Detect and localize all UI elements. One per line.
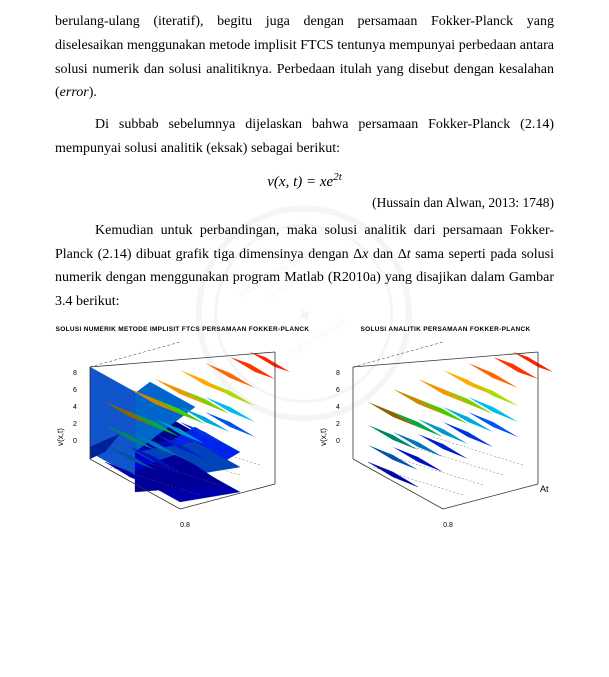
graph-2-title: SOLUSI ANALITIK PERSAMAAN FOKKER-PLANCK bbox=[361, 326, 531, 333]
svg-text:0: 0 bbox=[336, 438, 340, 445]
graph-2-svg-container: v(x,t) 8 6 4 2 0 0.8 At bbox=[318, 337, 573, 532]
svg-text:4: 4 bbox=[336, 404, 340, 411]
p1-text: berulang-ulang (iteratif), begitu juga d… bbox=[55, 14, 554, 100]
svg-text:6: 6 bbox=[73, 387, 77, 394]
p1-error: error bbox=[60, 85, 89, 100]
graphs-section: SOLUSI NUMERIK METODE IMPLISIT FTCS PERS… bbox=[55, 326, 554, 532]
svg-text:At: At bbox=[540, 484, 549, 494]
svg-text:4: 4 bbox=[73, 404, 77, 411]
p1-end: ). bbox=[89, 85, 97, 100]
graph-1: SOLUSI NUMERIK METODE IMPLISIT FTCS PERS… bbox=[55, 326, 310, 532]
paragraph-3: Kemudian untuk perbandingan, maka solusi… bbox=[55, 219, 554, 314]
paragraph-2: Di subbab sebelumnya dijelaskan bahwa pe… bbox=[55, 113, 554, 161]
graph-2-svg: v(x,t) 8 6 4 2 0 0.8 At bbox=[318, 337, 573, 532]
formula-text: v(x, t) = xe2t bbox=[267, 174, 342, 190]
svg-text:8: 8 bbox=[336, 370, 340, 377]
page-content: berulang-ulang (iteratif), begitu juga d… bbox=[55, 10, 554, 532]
svg-text:8: 8 bbox=[73, 370, 77, 377]
svg-text:v(x,t): v(x,t) bbox=[56, 428, 65, 446]
svg-text:v(x,t): v(x,t) bbox=[319, 428, 328, 446]
svg-text:6: 6 bbox=[336, 387, 340, 394]
p3-text: Kemudian untuk perbandingan, maka solusi… bbox=[55, 223, 554, 309]
citation-text: (Hussain dan Alwan, 2013: 1748) bbox=[372, 195, 554, 210]
paragraph-1: berulang-ulang (iteratif), begitu juga d… bbox=[55, 10, 554, 105]
svg-text:0.8: 0.8 bbox=[443, 522, 453, 529]
graph-1-svg: v(x,t) 8 6 4 2 0 0.8 bbox=[55, 337, 310, 532]
formula-exponent: 2t bbox=[333, 171, 342, 183]
svg-text:2: 2 bbox=[336, 421, 340, 428]
graph-1-title: SOLUSI NUMERIK METODE IMPLISIT FTCS PERS… bbox=[56, 326, 310, 333]
svg-text:0.8: 0.8 bbox=[180, 522, 190, 529]
svg-text:0: 0 bbox=[73, 438, 77, 445]
p2-text: Di subbab sebelumnya dijelaskan bahwa pe… bbox=[55, 117, 554, 156]
citation: (Hussain dan Alwan, 2013: 1748) bbox=[55, 195, 554, 211]
svg-text:2: 2 bbox=[73, 421, 77, 428]
graph-2: SOLUSI ANALITIK PERSAMAAN FOKKER-PLANCK bbox=[318, 326, 573, 532]
formula-display: v(x, t) = xe2t bbox=[55, 171, 554, 191]
graph-1-svg-container: v(x,t) 8 6 4 2 0 0.8 bbox=[55, 337, 310, 532]
